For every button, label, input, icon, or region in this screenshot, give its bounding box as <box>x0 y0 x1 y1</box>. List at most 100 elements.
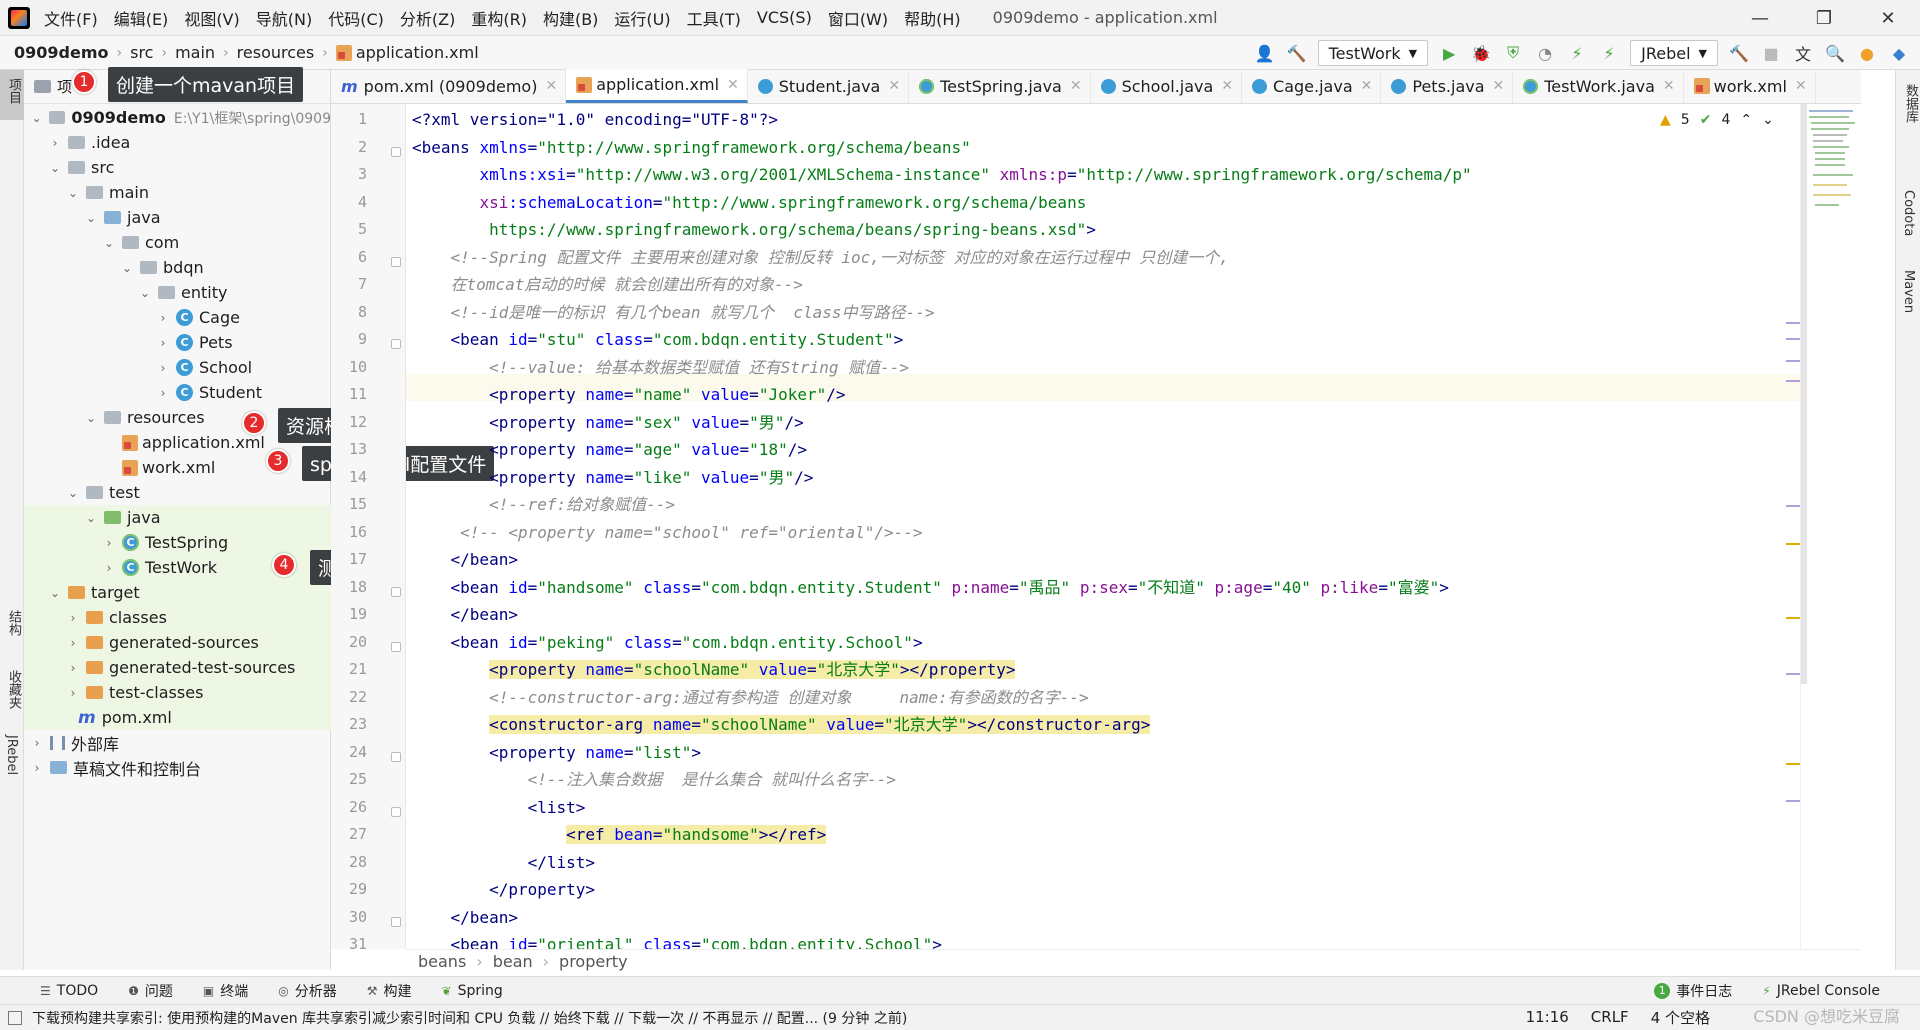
menu-refactor[interactable]: 重构(R) <box>471 6 527 30</box>
line-number[interactable]: 22 <box>331 688 367 706</box>
code-line[interactable]: xsi:schemaLocation="http://www.springfra… <box>412 189 1086 216</box>
inspection-widget[interactable]: ▲ 5 ✔ 4 ⌃ ⌄ <box>1660 112 1774 128</box>
tool-problems[interactable]: ❶ 问题 <box>128 981 173 1001</box>
line-number[interactable]: 11 <box>331 385 367 403</box>
code-line[interactable]: <property name="like" value="男"/> <box>412 464 813 491</box>
code-line[interactable]: <bean id="oriental" class="com.bdqn.enti… <box>412 931 942 949</box>
line-number[interactable]: 16 <box>331 523 367 541</box>
chevron-up-icon[interactable]: ⌃ <box>1740 112 1752 128</box>
code-line[interactable]: <?xml version="1.0" encoding="UTF-8"?> <box>412 106 778 133</box>
tree-item-target[interactable]: ⌄ target <box>24 580 331 605</box>
menu-build[interactable]: 构建(B) <box>543 6 598 30</box>
code-line[interactable]: <!--value: 给基本数据类型赋值 还有String 赋值--> <box>412 354 909 381</box>
line-number[interactable]: 25 <box>331 770 367 788</box>
error-stripe-mark[interactable] <box>1786 360 1800 362</box>
line-number[interactable]: 28 <box>331 853 367 871</box>
jrebel-tool-label[interactable]: JRebel <box>4 735 19 775</box>
error-stripe-mark[interactable] <box>1786 338 1800 340</box>
close-icon[interactable]: ✕ <box>1795 78 1807 94</box>
error-stripe-mark[interactable] <box>1786 800 1800 802</box>
close-icon[interactable]: ✕ <box>1070 78 1082 94</box>
tree-item-0909demo[interactable]: ⌄ 0909demo E:\Y1\框架\spring\0909 <box>24 105 331 130</box>
tab-pom-xml[interactable]: m pom.xml (0909demo) ✕ <box>331 69 567 103</box>
code-line[interactable]: <!--ref:给对象赋值--> <box>412 491 675 518</box>
code-line[interactable]: <property name="schoolName" value="北京大学"… <box>412 656 1016 683</box>
menu-edit[interactable]: 编辑(E) <box>114 6 169 30</box>
hammer-disabled-icon[interactable]: 🔨 <box>1728 42 1750 64</box>
maven-tool-label[interactable]: Maven <box>1901 270 1916 313</box>
minimap-scrollbar[interactable] <box>1801 104 1807 684</box>
code-line[interactable]: </bean> <box>412 546 518 573</box>
tree-item-generated-test-sources[interactable]: › generated-test-sources <box>24 655 331 680</box>
search-icon[interactable]: 🔍 <box>1824 42 1846 64</box>
fold-marker-icon[interactable] <box>391 339 401 349</box>
fold-marker-icon[interactable] <box>391 916 401 927</box>
tab-school-java[interactable]: School.java ✕ <box>1091 69 1243 103</box>
breadcrumb-property[interactable]: property <box>559 952 628 971</box>
line-number[interactable]: 18 <box>331 578 367 596</box>
menu-navigate[interactable]: 导航(N) <box>256 6 312 30</box>
tool-spring[interactable]: ❦ Spring <box>442 983 503 999</box>
code-line[interactable]: <property name="list"> <box>412 739 701 766</box>
code-line[interactable]: <!-- <property name="school" ref="orient… <box>412 519 922 546</box>
fold-marker-icon[interactable] <box>391 641 401 652</box>
tree-item-main-java[interactable]: ⌄ java <box>24 205 331 230</box>
menu-tools[interactable]: 工具(T) <box>687 6 741 30</box>
build-hammer-icon[interactable]: 🔨 <box>1286 42 1308 64</box>
fold-marker-icon[interactable] <box>391 806 401 817</box>
tool-event-log[interactable]: 1 事件日志 <box>1654 981 1732 1001</box>
tool-terminal[interactable]: ▣ 终端 <box>203 981 248 1001</box>
tree-item-bdqn[interactable]: ⌄ bdqn <box>24 255 331 280</box>
code-line[interactable]: </bean> <box>412 601 518 628</box>
tab-application-xml[interactable]: application.xml ✕ <box>566 69 748 103</box>
jrebel-run-icon[interactable]: ⚡ <box>1566 42 1588 64</box>
tree-item-src[interactable]: ⌄ src <box>24 155 331 180</box>
code-line[interactable]: https://www.springframework.org/schema/b… <box>412 216 1096 243</box>
coverage-icon[interactable]: ⛨ <box>1502 42 1524 64</box>
line-number[interactable]: 19 <box>331 605 367 623</box>
minimap[interactable] <box>1800 104 1860 949</box>
line-number[interactable]: 27 <box>331 825 367 843</box>
menu-analyze[interactable]: 分析(Z) <box>400 6 455 30</box>
database-tool-label[interactable]: 数据库 <box>1901 84 1920 123</box>
close-icon[interactable]: ✕ <box>545 78 557 94</box>
line-number[interactable]: 2 <box>331 138 367 156</box>
tool-jrebel-console[interactable]: ⚡ JRebel Console <box>1762 983 1880 999</box>
jrebel-select[interactable]: JRebel ▼ <box>1630 40 1718 66</box>
tab-testspring-java[interactable]: TestSpring.java ✕ <box>909 69 1091 103</box>
code-line[interactable]: <property name="sex" value="男"/> <box>412 409 804 436</box>
close-icon[interactable]: ✕ <box>1856 0 1920 36</box>
code-line[interactable]: <!--id是唯一的标识 有几个bean 就写几个 class中写路径--> <box>412 299 935 326</box>
tree-item-idea[interactable]: › .idea <box>24 130 331 155</box>
nav-crumb-src[interactable]: src <box>130 43 153 62</box>
line-number[interactable]: 15 <box>331 495 367 513</box>
project-tool-button[interactable]: 项目 <box>0 70 24 120</box>
codota-tool-label[interactable]: Codota <box>1901 190 1916 236</box>
tree-item-test[interactable]: ⌄ test <box>24 480 331 505</box>
close-icon[interactable]: ✕ <box>727 77 739 93</box>
structure-tool-label[interactable]: 结构 <box>4 610 23 636</box>
code-line[interactable]: <property name="age" value="18"/> <box>412 436 807 463</box>
translate-icon[interactable]: 文 <box>1792 42 1814 64</box>
line-number[interactable]: 6 <box>331 248 367 266</box>
tool-build[interactable]: ⚒ 构建 <box>367 981 412 1001</box>
close-icon[interactable]: ✕ <box>1221 78 1233 94</box>
tree-item-cage[interactable]: › C Cage <box>24 305 331 330</box>
fold-marker-icon[interactable] <box>391 256 401 267</box>
code-line[interactable]: </bean> <box>412 904 518 931</box>
caret-position[interactable]: 11:16 <box>1526 1008 1569 1026</box>
tree-item-com[interactable]: ⌄ com <box>24 230 331 255</box>
status-message[interactable]: 下载预构建共享索引: 使用预构建的Maven 库共享索引减少索引时间和 CPU … <box>32 1008 907 1028</box>
code-line[interactable]: <property name="name" value="Joker"/> <box>412 381 845 408</box>
indent-setting[interactable]: 4 个空格 <box>1651 1007 1710 1028</box>
tree-item-pets[interactable]: › C Pets <box>24 330 331 355</box>
menu-window[interactable]: 窗口(W) <box>828 6 888 30</box>
line-separator[interactable]: CRLF <box>1591 1008 1629 1026</box>
code-line[interactable]: <bean id="peking" class="com.bdqn.entity… <box>412 629 923 656</box>
code-line[interactable]: </property> <box>412 876 595 903</box>
error-stripe-mark[interactable] <box>1786 673 1800 675</box>
line-number[interactable]: 31 <box>331 935 367 953</box>
breadcrumb-bean[interactable]: bean <box>493 952 533 971</box>
code-line[interactable]: <beans xmlns="http://www.springframework… <box>412 134 971 161</box>
menu-help[interactable]: 帮助(H) <box>904 6 961 30</box>
